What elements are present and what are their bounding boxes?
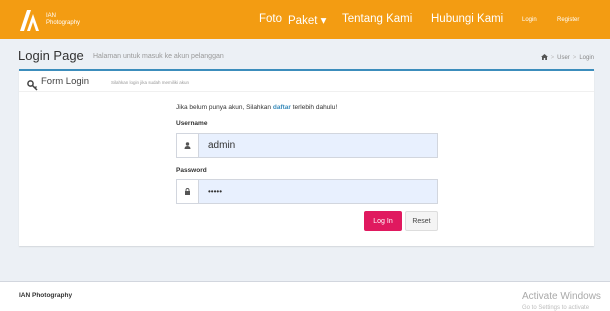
box-subtitle: Silahkan login jika sudah memiliki akun — [111, 80, 190, 85]
username-label: Username — [176, 120, 208, 127]
username-input[interactable]: admin — [198, 133, 438, 158]
nav-register-link[interactable]: Register — [557, 17, 579, 23]
nav-item-paket[interactable]: Paket ▾ — [288, 13, 326, 27]
breadcrumb-item-login: Login — [579, 55, 594, 61]
brand-line1: IAN — [46, 13, 57, 19]
box-header: Form Login Silahkan login jika sudah mem… — [19, 71, 594, 92]
page-title: Login Page — [18, 48, 84, 63]
breadcrumb-separator: > — [550, 55, 555, 61]
brand-logo-icon — [18, 8, 40, 32]
register-prompt: Jika belum punya akun, Silahkan daftar t… — [176, 104, 337, 111]
footer-text: IAN Photography — [19, 292, 73, 299]
nav-item-tentang-kami[interactable]: Tentang Kami — [342, 13, 412, 25]
nav-login-link[interactable]: Login — [522, 17, 537, 23]
brand[interactable]: IAN Photography — [18, 6, 80, 34]
username-input-group: admin — [176, 133, 438, 158]
breadcrumb-separator: > — [572, 55, 577, 61]
brand-text: IAN Photography — [46, 13, 80, 27]
footer: IAN Photography — [0, 281, 610, 311]
intro-text-after: terlebih dahulu! — [290, 104, 338, 111]
lock-icon — [176, 179, 198, 204]
brand-line2: Photography — [46, 20, 81, 26]
intro-text-before: Jika belum punya akun, Silahkan — [176, 104, 273, 111]
reset-button[interactable]: Reset — [405, 211, 438, 231]
password-input[interactable]: ••••• — [198, 179, 438, 204]
password-label: Password — [176, 167, 207, 174]
activate-windows-subtext: Go to Settings to activate — [522, 305, 590, 311]
nav-item-foto[interactable]: Foto — [259, 13, 282, 25]
key-icon — [27, 76, 38, 91]
activate-windows-watermark: Activate Windows — [522, 291, 601, 302]
breadcrumb-item-user[interactable]: User — [557, 55, 570, 61]
nav-item-hubungi-kami[interactable]: Hubungi Kami — [431, 13, 503, 25]
password-input-group: ••••• — [176, 179, 438, 204]
home-icon[interactable] — [540, 54, 548, 62]
page-subtitle: Halaman untuk masuk ke akun pelanggan — [93, 53, 224, 60]
box-title: Form Login — [41, 76, 90, 87]
register-link[interactable]: daftar — [273, 104, 291, 111]
top-navbar: IAN Photography Foto Paket ▾ Tentang Kam… — [0, 0, 610, 39]
user-icon — [176, 133, 198, 158]
breadcrumb: > User > Login — [540, 54, 594, 62]
login-button[interactable]: Log In — [364, 211, 402, 231]
